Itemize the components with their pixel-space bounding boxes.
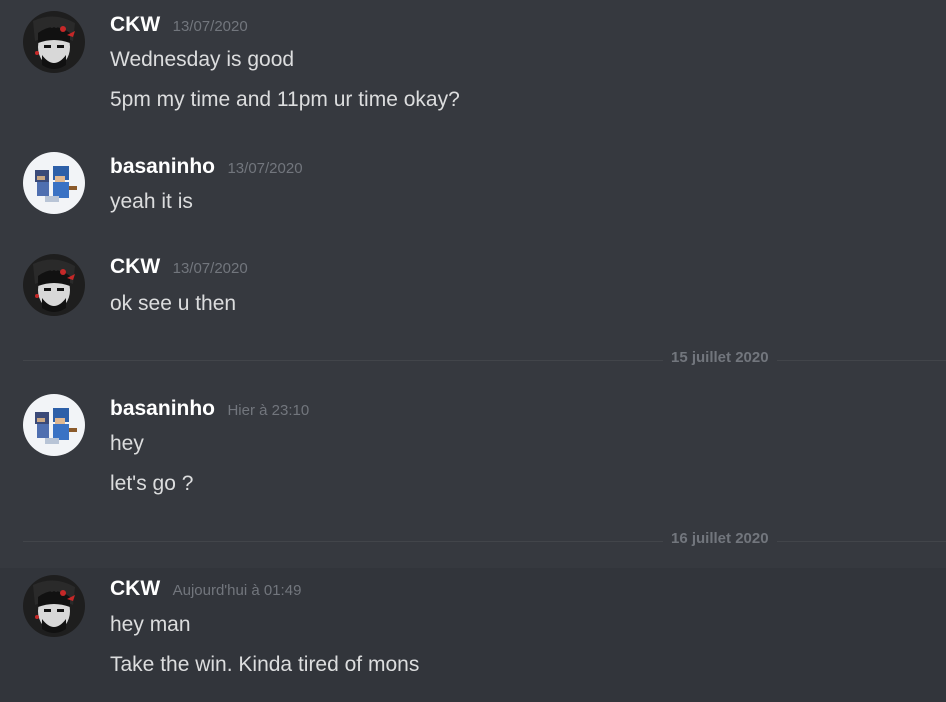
date-divider: 16 juillet 2020 — [23, 530, 946, 547]
message-text: Take the win. Kinda tired of mons — [110, 653, 420, 676]
message-group: basaninho Hier à 23:10 hey let's go ? — [0, 382, 946, 512]
username[interactable]: CKW — [110, 577, 160, 600]
message-text: 5pm my time and 11pm ur time okay? — [110, 88, 460, 111]
message-text: Wednesday is good — [110, 48, 295, 71]
username[interactable]: basaninho — [110, 155, 215, 178]
ckw-avatar-icon[interactable] — [23, 11, 85, 73]
timestamp[interactable]: 13/07/2020 — [227, 160, 302, 177]
basaninho-avatar-icon[interactable] — [23, 394, 85, 456]
message-group: CKW 13/07/2020 ok see u then — [0, 242, 946, 332]
date-divider-label: 15 juillet 2020 — [663, 349, 777, 366]
username[interactable]: CKW — [110, 13, 160, 36]
date-divider: 15 juillet 2020 — [23, 349, 946, 366]
basaninho-avatar-icon[interactable] — [23, 152, 85, 214]
message-group: CKW Aujourd'hui à 01:49 hey man Take the… — [0, 568, 946, 702]
timestamp[interactable]: Aujourd'hui à 01:49 — [173, 582, 302, 599]
message-text: ok see u then — [110, 292, 237, 315]
ckw-avatar-icon[interactable] — [23, 254, 85, 316]
username[interactable]: CKW — [110, 255, 160, 278]
message-header: CKW Aujourd'hui à 01:49 — [110, 577, 301, 601]
date-divider-label: 16 juillet 2020 — [663, 530, 777, 547]
message-text: hey man — [110, 613, 191, 636]
message-text: yeah it is — [110, 190, 193, 213]
timestamp[interactable]: 13/07/2020 — [173, 260, 248, 277]
message-group: CKW 13/07/2020 Wednesday is good 5pm my … — [0, 0, 946, 125]
message-header: basaninho Hier à 23:10 — [110, 397, 309, 421]
timestamp[interactable]: Hier à 23:10 — [227, 402, 309, 419]
username[interactable]: basaninho — [110, 397, 215, 420]
message-group: basaninho 13/07/2020 yeah it is — [0, 140, 946, 230]
message-header: CKW 13/07/2020 — [110, 13, 248, 37]
message-text: let's go ? — [110, 472, 194, 495]
message-header: CKW 13/07/2020 — [110, 255, 248, 279]
ckw-avatar-icon[interactable] — [23, 575, 85, 637]
timestamp[interactable]: 13/07/2020 — [173, 18, 248, 35]
message-header: basaninho 13/07/2020 — [110, 155, 303, 179]
message-text: hey — [110, 432, 144, 455]
